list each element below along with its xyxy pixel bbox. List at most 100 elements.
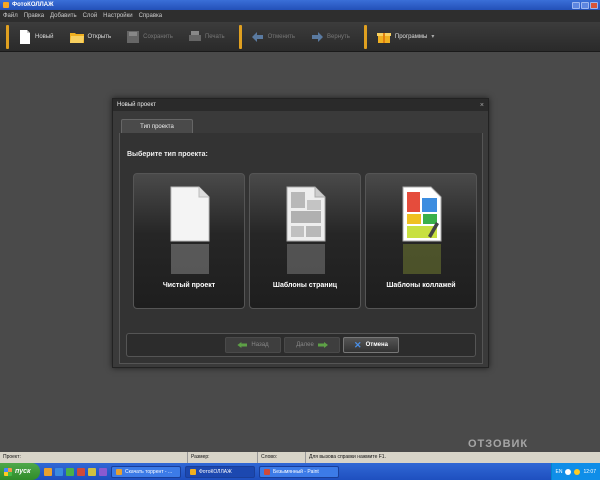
dialog-tabs: Тип проекта [119,117,481,134]
page-templates-reflection [287,244,325,274]
menu-help[interactable]: Справка [139,13,163,19]
toolbar: Новый Открыть Сохранить Печать Отменить … [0,22,600,52]
status-project: Проект: [0,452,188,463]
open-button[interactable]: Открыть [62,25,120,49]
save-icon [127,30,140,43]
language-indicator[interactable]: EN [556,469,563,475]
quick-launch-icon[interactable] [99,467,107,476]
close-icon[interactable]: × [480,102,484,109]
page-templates-card[interactable]: Шаблоны страниц [249,173,361,309]
page-templates-icon [286,186,326,242]
paint-icon [264,468,270,475]
quick-launch-icon[interactable] [55,467,63,476]
print-button[interactable]: Печать [181,25,233,49]
tray-icon[interactable] [565,468,572,475]
toolbar-separator [363,24,367,49]
tab-project-type[interactable]: Тип проекта [121,119,193,134]
menu-bar: Файл Правка Добавить Слой Настройки Спра… [0,10,600,22]
arrow-left-icon [237,342,248,348]
chevron-down-icon: ▾ [431,34,435,40]
quick-launch-icon[interactable] [66,467,74,476]
quick-launch-icon[interactable] [88,467,96,476]
new-button[interactable]: Новый [11,25,62,49]
status-bar: Проект: Размер: Слово: Для вызова справк… [0,452,600,463]
quick-launch [44,467,107,476]
open-button-label: Открыть [87,33,112,40]
start-button[interactable]: пуск [0,463,40,480]
undo-icon [251,31,263,42]
redo-button-label: Вернуть [327,33,350,40]
watermark: ОТЗОВИК [468,438,529,450]
close-icon: ✕ [354,339,362,350]
dialog-button-bar: Назад Далее ✕ Отмена [126,333,476,357]
toolbar-separator [6,24,9,49]
programs-button-label: Программы [394,33,428,40]
back-button[interactable]: Назад [225,337,281,353]
page-templates-label: Шаблоны страниц [272,282,338,289]
next-button-label: Далее [296,342,314,348]
new-button-label: Новый [35,33,54,40]
menu-add[interactable]: Добавить [50,13,77,19]
system-tray: EN 12:07 [550,463,600,480]
windows-logo-icon [4,467,12,476]
menu-settings[interactable]: Настройки [103,13,132,19]
app-icon [190,468,196,475]
start-button-label: пуск [15,468,31,475]
next-button[interactable]: Далее [284,337,340,353]
collage-templates-label: Шаблоны коллажей [386,282,456,289]
dialog-titlebar: Новый проект × [113,99,488,111]
clock: 12:07 [583,468,596,475]
arrow-right-icon [318,342,328,348]
taskbar-item-paint[interactable]: Безымянный - Paint [259,465,339,478]
status-layer: Слово: [258,452,306,463]
blank-page-icon [170,186,210,242]
window-controls [572,1,598,9]
folder-icon [69,32,84,43]
print-button-label: Печать [204,33,225,40]
taskbar: пуск Скачать торрент - ... ФотоКОЛЛАЖ Бе… [0,463,600,480]
close-window-button[interactable] [590,1,598,9]
quick-launch-icon[interactable] [77,467,85,476]
window-titlebar: ФотоКОЛЛАЖ [0,0,600,10]
taskbar-item-browser[interactable]: Скачать торрент - ... [111,465,181,478]
blank-project-label: Чистый проект [162,282,216,289]
printer-icon [188,30,201,41]
collage-templates-reflection [403,244,441,274]
menu-layer[interactable]: Слой [83,13,98,19]
taskbar-item-fotokollazh[interactable]: ФотоКОЛЛАЖ [185,465,255,478]
status-size: Размер: [188,452,258,463]
quick-launch-icon[interactable] [44,467,52,476]
dialog-title: Новый проект [117,102,156,108]
app-icon [3,2,9,8]
cancel-button-label: Отмена [365,342,388,348]
redo-icon [312,31,324,42]
blank-page-reflection [171,244,209,274]
window-title: ФотоКОЛЛАЖ [12,2,54,8]
gift-box-icon [376,32,391,43]
save-button[interactable]: Сохранить [119,25,181,49]
save-button-label: Сохранить [143,33,173,40]
browser-icon [116,468,122,475]
taskbar-item-label: ФотоКОЛЛАЖ [199,468,232,475]
collage-templates-icon [402,186,442,242]
minimize-button[interactable] [572,1,580,9]
dialog-panel: Выберите тип проекта: Чистый проект Шабл… [119,133,483,364]
toolbar-separator [238,24,242,49]
taskbar-item-label: Безымянный - Paint [273,468,319,475]
new-project-dialog: Новый проект × Тип проекта Выберите тип … [112,98,489,368]
maximize-button[interactable] [581,1,589,9]
cancel-button[interactable]: ✕ Отмена [343,337,399,353]
menu-edit[interactable]: Правка [24,13,44,19]
undo-button-label: Отменить [267,33,296,40]
prompt-text: Выберите тип проекта: [127,151,208,158]
new-document-icon [20,29,30,44]
taskbar-item-label: Скачать торрент - ... [125,468,173,475]
undo-button[interactable]: Отменить [244,25,303,49]
tray-icon[interactable] [574,468,581,475]
redo-button[interactable]: Вернуть [303,25,358,49]
menu-file[interactable]: Файл [3,13,18,19]
blank-project-card[interactable]: Чистый проект [133,173,245,309]
collage-templates-card[interactable]: Шаблоны коллажей [365,173,477,309]
back-button-label: Назад [251,342,269,348]
programs-button[interactable]: Программы ▾ [369,25,442,49]
